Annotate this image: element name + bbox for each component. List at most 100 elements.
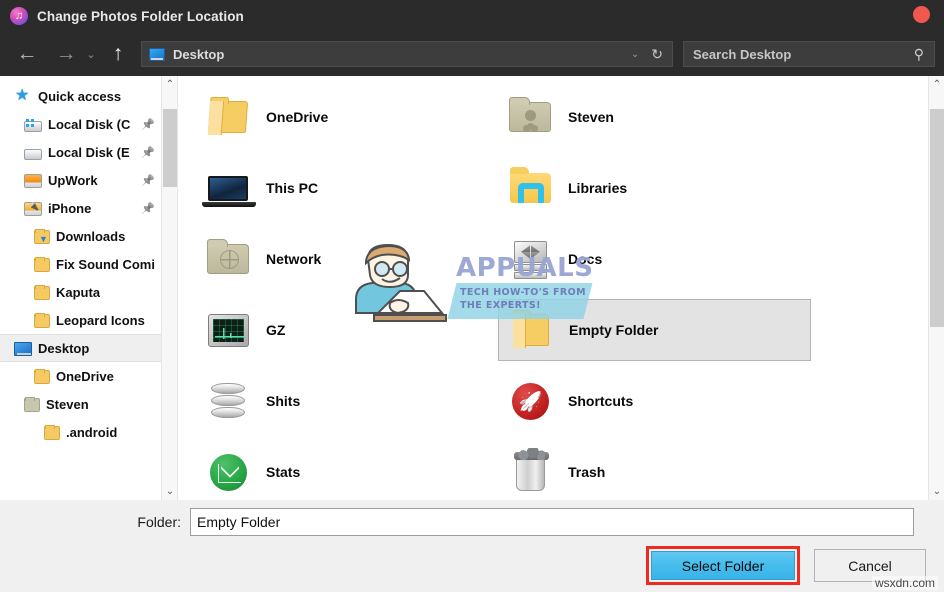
file-item-label: Shortcuts bbox=[568, 393, 634, 409]
file-item-gz[interactable]: GZ bbox=[196, 299, 496, 361]
stats-chart-icon bbox=[204, 448, 252, 496]
page-title: Change Photos Folder Location bbox=[37, 8, 244, 24]
file-item-onedrive[interactable]: OneDrive bbox=[196, 86, 496, 148]
file-item-steven[interactable]: Steven bbox=[498, 86, 811, 148]
folder-icon bbox=[34, 369, 50, 384]
orange-drive-icon bbox=[24, 174, 42, 188]
scrollbar-thumb[interactable] bbox=[930, 108, 944, 327]
sidebar-item-desktop[interactable]: Desktop bbox=[0, 334, 177, 362]
recent-locations-icon[interactable]: ⌄ bbox=[83, 39, 99, 69]
sidebar-item-upwork[interactable]: UpWork 📌 bbox=[0, 166, 177, 194]
address-bar-path: Desktop bbox=[173, 46, 225, 62]
sidebar-item-onedrive[interactable]: OneDrive bbox=[0, 362, 177, 390]
navigation-pane: Quick access Local Disk (C 📌 Local Disk (E 📌… bbox=[0, 76, 178, 500]
sidebar-item-downloads[interactable]: Downloads bbox=[0, 222, 177, 250]
sidebar-item-leopard-icons[interactable]: Leopard Icons bbox=[0, 306, 177, 334]
dialog-footer: Folder: Empty Folder Select Folder Cance… bbox=[0, 500, 944, 592]
sidebar-item-quick-access[interactable]: Quick access bbox=[0, 82, 177, 110]
sidebar-item-label: Desktop bbox=[38, 340, 90, 356]
sidebar-item-local-disk-c[interactable]: Local Disk (C 📌 bbox=[0, 110, 177, 138]
file-list-scrollbar[interactable]: ⌃ ⌄ bbox=[928, 76, 944, 500]
refresh-icon[interactable]: ↻ bbox=[651, 46, 663, 63]
close-icon[interactable] bbox=[913, 6, 930, 23]
file-item-this-pc[interactable]: This PC bbox=[196, 157, 496, 219]
desktop-icon bbox=[14, 342, 32, 356]
file-item-shits[interactable]: Shits bbox=[196, 370, 496, 432]
folder-field-label: Folder: bbox=[137, 514, 181, 530]
site-watermark: wsxdn.com bbox=[871, 576, 938, 590]
scroll-down-icon[interactable]: ⌄ bbox=[162, 483, 177, 500]
pin-icon[interactable]: 📌 bbox=[141, 174, 155, 187]
sidebar-item-steven[interactable]: Steven bbox=[0, 390, 177, 418]
usb-drive-icon bbox=[24, 202, 42, 216]
sidebar-item-label: OneDrive bbox=[56, 368, 114, 384]
pin-icon[interactable]: 📌 bbox=[141, 202, 155, 215]
address-bar[interactable]: Desktop ⌄ ↻ bbox=[141, 41, 673, 67]
sidebar-item-label: Steven bbox=[46, 396, 89, 412]
chevron-down-icon[interactable]: ⌄ bbox=[631, 49, 639, 60]
file-item-label: Stats bbox=[266, 464, 301, 480]
network-folder-icon bbox=[204, 235, 252, 283]
sidebar-item-android[interactable]: .android bbox=[0, 418, 177, 446]
sidebar-item-label: Quick access bbox=[38, 88, 122, 104]
laptop-icon bbox=[202, 164, 256, 212]
file-item-label: GZ bbox=[266, 322, 286, 338]
file-item-shortcuts[interactable]: Shortcuts bbox=[498, 370, 811, 432]
file-item-label: Network bbox=[266, 251, 322, 267]
file-item-label: Docs bbox=[568, 251, 603, 267]
up-button[interactable]: ↑ bbox=[103, 39, 133, 69]
search-input[interactable]: Search Desktop bbox=[693, 47, 914, 62]
sidebar-item-local-disk-e[interactable]: Local Disk (E 📌 bbox=[0, 138, 177, 166]
folder-name-value: Empty Folder bbox=[197, 514, 281, 530]
libraries-icon bbox=[506, 164, 554, 212]
file-item-label: Empty Folder bbox=[569, 322, 659, 338]
sidebar-item-label: Local Disk (E bbox=[48, 144, 130, 160]
select-folder-highlight: Select Folder bbox=[646, 546, 800, 585]
sidebar-item-label: UpWork bbox=[48, 172, 98, 188]
scroll-down-icon[interactable]: ⌄ bbox=[929, 483, 944, 500]
forward-button[interactable]: → bbox=[51, 39, 81, 69]
file-item-network[interactable]: Network bbox=[196, 228, 496, 290]
folder-icon bbox=[34, 313, 50, 328]
sidebar-item-label: Leopard Icons bbox=[56, 312, 145, 328]
desktop-icon bbox=[149, 47, 165, 61]
navigation-list: Quick access Local Disk (C 📌 Local Disk (E 📌… bbox=[0, 76, 177, 446]
file-grid: OneDrive Steven This PC Libraries Network Doc… bbox=[178, 76, 908, 500]
hdd-icon bbox=[506, 235, 554, 283]
file-item-stats[interactable]: Stats bbox=[196, 441, 496, 500]
folder-name-input[interactable]: Empty Folder bbox=[190, 508, 914, 536]
select-folder-button[interactable]: Select Folder bbox=[651, 551, 795, 580]
search-box[interactable]: Search Desktop ⚲ bbox=[683, 41, 935, 67]
user-folder-icon bbox=[24, 397, 40, 412]
pin-icon[interactable]: 📌 bbox=[141, 118, 155, 131]
sidebar-scrollbar[interactable]: ⌃ ⌄ bbox=[161, 76, 177, 500]
windows-drive-icon bbox=[24, 119, 42, 132]
sidebar-item-label: iPhone bbox=[48, 200, 92, 216]
sidebar-item-fix-sound-comi[interactable]: Fix Sound Comi bbox=[0, 250, 177, 278]
file-item-label: Steven bbox=[568, 109, 614, 125]
scrollbar-thumb[interactable] bbox=[163, 108, 177, 187]
downloads-folder-icon bbox=[34, 229, 50, 244]
search-icon: ⚲ bbox=[913, 45, 924, 62]
dialog-body: Quick access Local Disk (C 📌 Local Disk (E 📌… bbox=[0, 76, 944, 500]
file-item-label: OneDrive bbox=[266, 109, 329, 125]
trash-icon bbox=[506, 448, 554, 496]
sidebar-item-label: Fix Sound Comi bbox=[56, 256, 155, 272]
file-item-empty-folder[interactable]: Empty Folder bbox=[498, 299, 811, 361]
file-item-docs[interactable]: Docs bbox=[498, 228, 811, 290]
scroll-up-icon[interactable]: ⌃ bbox=[929, 76, 944, 93]
file-item-label: Shits bbox=[266, 393, 301, 409]
scroll-up-icon[interactable]: ⌃ bbox=[162, 76, 177, 93]
sidebar-item-label: .android bbox=[66, 424, 118, 440]
folder-icon bbox=[34, 285, 50, 300]
back-button[interactable]: ← bbox=[12, 39, 42, 69]
sidebar-item-label: Local Disk (C bbox=[48, 116, 131, 132]
file-item-label: Trash bbox=[568, 464, 606, 480]
file-item-libraries[interactable]: Libraries bbox=[498, 157, 811, 219]
pin-icon[interactable]: 📌 bbox=[141, 146, 155, 159]
sidebar-item-iphone[interactable]: iPhone 📌 bbox=[0, 194, 177, 222]
file-list-pane: OneDrive Steven This PC Libraries Network Doc… bbox=[178, 76, 944, 500]
sidebar-item-kaputa[interactable]: Kaputa bbox=[0, 278, 177, 306]
monitor-ecg-icon bbox=[204, 306, 252, 354]
file-item-trash[interactable]: Trash bbox=[498, 441, 811, 500]
